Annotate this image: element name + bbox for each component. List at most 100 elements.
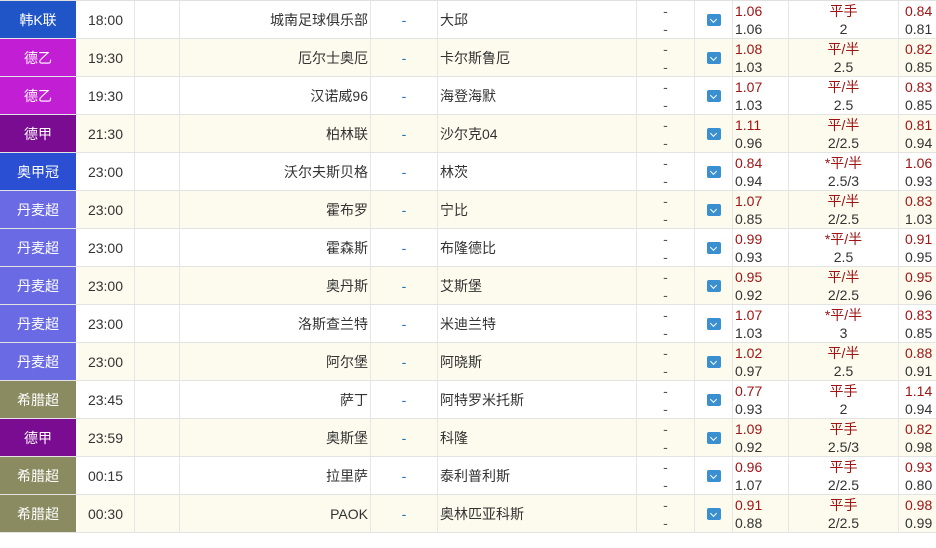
away-odds: 0.91 0.95 bbox=[899, 229, 936, 266]
home-team[interactable]: 柏林联 bbox=[180, 115, 371, 152]
home-team[interactable]: 阿尔堡 bbox=[180, 343, 371, 380]
match-row[interactable]: 丹麦超 23:00 霍森斯 - 布隆德比 - -0.99 0.93 *平/半 2.5 0.91 0.9… bbox=[0, 229, 936, 267]
match-row[interactable]: 韩K联 18:00 城南足球俱乐部 - 大邱 - -1.06 1.06 平手 2 0.84 0.81 bbox=[0, 1, 936, 39]
home-team[interactable]: 城南足球俱乐部 bbox=[180, 1, 371, 38]
total-goals-line: 2.5 bbox=[833, 58, 854, 75]
chevron-down-icon[interactable] bbox=[706, 13, 721, 26]
away-team[interactable]: 卡尔斯鲁厄 bbox=[438, 39, 637, 76]
league-badge[interactable]: 希腊超 bbox=[0, 495, 77, 532]
away-team[interactable]: 海登海默 bbox=[438, 77, 637, 114]
away-team[interactable]: 林茨 bbox=[438, 153, 637, 190]
home-team[interactable]: 霍森斯 bbox=[180, 229, 371, 266]
league-badge[interactable]: 韩K联 bbox=[0, 1, 77, 38]
league-badge[interactable]: 德甲 bbox=[0, 115, 77, 152]
home-team[interactable]: 奥丹斯 bbox=[180, 267, 371, 304]
home-team[interactable]: 厄尔士奥厄 bbox=[180, 39, 371, 76]
match-row[interactable]: 德乙 19:30 厄尔士奥厄 - 卡尔斯鲁厄 - -1.08 1.03 平/半 2.5 0.82 0.… bbox=[0, 39, 936, 77]
handicap-value: 平/半 bbox=[827, 78, 860, 95]
away-team[interactable]: 米迪兰特 bbox=[438, 305, 637, 342]
status-cell bbox=[135, 495, 180, 532]
chevron-down-icon[interactable] bbox=[706, 279, 721, 292]
chevron-down-icon[interactable] bbox=[706, 51, 721, 64]
league-badge[interactable]: 德甲 bbox=[0, 419, 77, 456]
chevron-down-icon[interactable] bbox=[706, 393, 721, 406]
expand-cell bbox=[695, 267, 733, 304]
half-score-top: - bbox=[663, 40, 668, 57]
match-row[interactable]: 德乙 19:30 汉诺威96- 海登海默 - -1.07 1.03 平/半 2.5 0.83 0.8… bbox=[0, 77, 936, 115]
away-odds: 0.95 0.96 bbox=[899, 267, 936, 304]
half-score-top: - bbox=[663, 458, 668, 475]
away-team[interactable]: 阿晓斯 bbox=[438, 343, 637, 380]
league-badge[interactable]: 丹麦超 bbox=[0, 305, 77, 342]
handicap-line: 平手 2 bbox=[789, 1, 899, 38]
league-badge[interactable]: 奥甲冠 bbox=[0, 153, 77, 190]
score: - bbox=[371, 229, 438, 266]
match-row[interactable]: 丹麦超 23:00 奥丹斯 - 艾斯堡 - -0.95 0.92 平/半 2/2.5 0.95 0.9… bbox=[0, 267, 936, 305]
chevron-down-icon[interactable] bbox=[706, 89, 721, 102]
status-cell bbox=[135, 229, 180, 266]
home-odds: 0.77 0.93 bbox=[733, 381, 789, 418]
status-cell bbox=[135, 343, 180, 380]
score: - bbox=[371, 191, 438, 228]
match-row[interactable]: 希腊超 23:45 萨丁 - 阿特罗米托斯 - -0.77 0.93 平手 2 1.14 0.94 bbox=[0, 381, 936, 419]
home-team[interactable]: 汉诺威96 bbox=[180, 77, 371, 114]
league-badge[interactable]: 希腊超 bbox=[0, 381, 77, 418]
status-cell bbox=[135, 1, 180, 38]
expand-cell bbox=[695, 115, 733, 152]
home-team[interactable]: 霍布罗 bbox=[180, 191, 371, 228]
home-team[interactable]: 奥斯堡 bbox=[180, 419, 371, 456]
chevron-down-icon[interactable] bbox=[706, 127, 721, 140]
chevron-down-icon[interactable] bbox=[706, 355, 721, 368]
away-team[interactable]: 布隆德比 bbox=[438, 229, 637, 266]
match-row[interactable]: 丹麦超 23:00 洛斯查兰特 - 米迪兰特 - -1.07 1.03 *平/半 3 0.83 0.8… bbox=[0, 305, 936, 343]
kickoff-time: 19:30 bbox=[77, 39, 135, 76]
match-row[interactable]: 丹麦超 23:00 阿尔堡 - 阿晓斯 - -1.02 0.97 平/半 2.5 0.88 0.91 bbox=[0, 343, 936, 381]
away-odds: 1.06 0.93 bbox=[899, 153, 936, 190]
league-badge[interactable]: 丹麦超 bbox=[0, 229, 77, 266]
home-team[interactable]: 萨丁 bbox=[180, 381, 371, 418]
match-row[interactable]: 丹麦超 23:00 霍布罗 - 宁比 - -1.07 0.85 平/半 2/2.5 0.83 1.03 bbox=[0, 191, 936, 229]
home-odds-handicap: 1.02 bbox=[735, 344, 763, 361]
chevron-down-icon[interactable] bbox=[706, 241, 721, 254]
home-odds-handicap: 1.07 bbox=[735, 306, 763, 323]
half-score: -- bbox=[637, 191, 695, 228]
chevron-down-icon[interactable] bbox=[706, 165, 721, 178]
away-team[interactable]: 泰利普利斯 bbox=[438, 457, 637, 494]
away-team[interactable]: 阿特罗米托斯 bbox=[438, 381, 637, 418]
away-team[interactable]: 奥林匹亚科斯 bbox=[438, 495, 637, 532]
match-row[interactable]: 奥甲冠 23:00 沃尔夫斯贝格 - 林茨 - -0.84 0.94 *平/半 2.5/3 1.06… bbox=[0, 153, 936, 191]
league-badge[interactable]: 希腊超 bbox=[0, 457, 77, 494]
match-row[interactable]: 德甲 21:30 柏林联 - 沙尔克04- -1.11 0.96 平/半 2/2.5 0.81 0.… bbox=[0, 115, 936, 153]
away-team[interactable]: 宁比 bbox=[438, 191, 637, 228]
half-score: -- bbox=[637, 343, 695, 380]
away-team[interactable]: 沙尔克04 bbox=[438, 115, 637, 152]
league-badge[interactable]: 丹麦超 bbox=[0, 267, 77, 304]
away-odds: 0.84 0.81 bbox=[899, 1, 936, 38]
league-badge[interactable]: 丹麦超 bbox=[0, 343, 77, 380]
chevron-down-icon[interactable] bbox=[706, 317, 721, 330]
chevron-down-icon[interactable] bbox=[706, 507, 721, 520]
handicap-value: 平手 bbox=[829, 420, 858, 437]
home-odds-total: 0.85 bbox=[735, 210, 763, 227]
match-row[interactable]: 希腊超 00:15 拉里萨 - 泰利普利斯 - -0.96 1.07 平手 2/2.5 0.93 0.… bbox=[0, 457, 936, 495]
match-row[interactable]: 希腊超 00:30 PAOK - 奥林匹亚科斯 - -0.91 0.88 平手 2/2.5 0.98… bbox=[0, 495, 936, 533]
home-team[interactable]: 沃尔夫斯贝格 bbox=[180, 153, 371, 190]
league-badge[interactable]: 德乙 bbox=[0, 39, 77, 76]
away-team[interactable]: 科隆 bbox=[438, 419, 637, 456]
chevron-down-icon[interactable] bbox=[706, 203, 721, 216]
handicap-line: 平/半 2.5 bbox=[789, 77, 899, 114]
home-odds-total: 0.93 bbox=[735, 400, 763, 417]
chevron-down-icon[interactable] bbox=[706, 431, 721, 444]
away-team[interactable]: 大邱 bbox=[438, 1, 637, 38]
home-odds-total: 1.03 bbox=[735, 324, 763, 341]
home-team[interactable]: PAOK bbox=[180, 495, 371, 532]
chevron-down-icon[interactable] bbox=[706, 469, 721, 482]
league-badge[interactable]: 德乙 bbox=[0, 77, 77, 114]
home-odds-handicap: 0.96 bbox=[735, 458, 763, 475]
home-odds-handicap: 1.07 bbox=[735, 78, 763, 95]
league-badge[interactable]: 丹麦超 bbox=[0, 191, 77, 228]
match-row[interactable]: 德甲 23:59 奥斯堡 - 科隆 - -1.09 0.92 平手 2.5/3 0.82 0.98 bbox=[0, 419, 936, 457]
away-team[interactable]: 艾斯堡 bbox=[438, 267, 637, 304]
home-team[interactable]: 洛斯查兰特 bbox=[180, 305, 371, 342]
home-team[interactable]: 拉里萨 bbox=[180, 457, 371, 494]
